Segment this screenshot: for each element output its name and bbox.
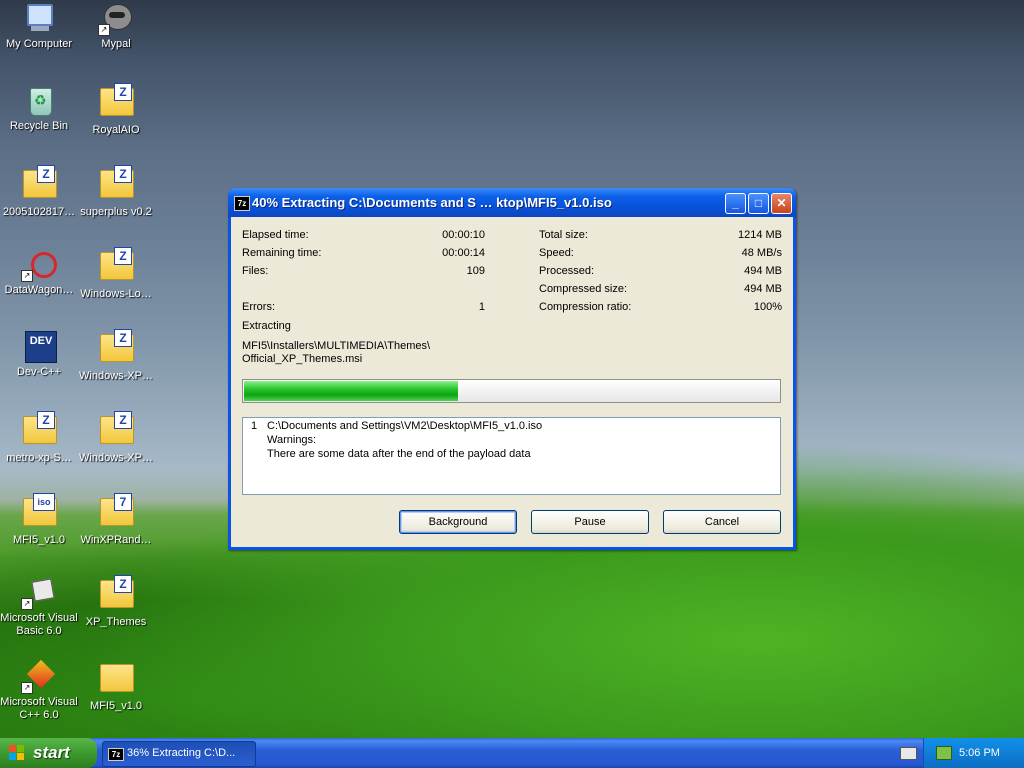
- message-log[interactable]: 1 C:\Documents and Settings\VM2\Desktop\…: [242, 417, 781, 495]
- folder-icon: [100, 664, 134, 696]
- stat-processed: Processed: 494 MB: [539, 265, 782, 277]
- desktop-icon-royalaio[interactable]: Z RoyalAIO: [77, 83, 155, 137]
- desktop-icon-mypal[interactable]: ↗ Mypal: [77, 2, 155, 51]
- extracting-label: Extracting: [242, 320, 291, 332]
- vb6-shortcut-icon: ↗: [21, 576, 55, 610]
- maximize-button[interactable]: □: [748, 193, 769, 214]
- desktop-icon-my-computer[interactable]: My Computer: [0, 2, 78, 51]
- zip-folder-icon: Z: [23, 411, 57, 448]
- devcpp-icon: DEV: [23, 330, 57, 363]
- pause-button[interactable]: Pause: [531, 510, 649, 534]
- log-entry-index: 1: [251, 420, 258, 432]
- shortcut-arrow-icon: ↗: [21, 682, 33, 694]
- stat-speed: Speed: 48 MB/s: [539, 247, 782, 259]
- cancel-button[interactable]: Cancel: [663, 510, 781, 534]
- zip-folder-icon: Z: [100, 575, 134, 612]
- minimize-button[interactable]: _: [725, 193, 746, 214]
- start-label: start: [33, 743, 70, 762]
- desktop-icon-windows-xp-1[interactable]: Z Windows-XP…: [77, 329, 155, 383]
- computer-icon: [23, 2, 55, 34]
- desktop-icon-vcpp[interactable]: ↗ Microsoft Visual C++ 6.0: [0, 659, 78, 722]
- progress-fill: [244, 381, 458, 401]
- stat-compression-ratio: Compression ratio: 100%: [539, 301, 782, 313]
- stat-files: Files: 109: [242, 265, 485, 277]
- desktop-icon-datawagon[interactable]: ↗ DataWagon…: [0, 248, 78, 297]
- zip-folder-icon: Z: [100, 329, 134, 366]
- zip-folder-icon: Z: [100, 83, 134, 120]
- desktop-icon-metro-xp[interactable]: Z metro-xp-S…: [0, 411, 78, 465]
- clock[interactable]: 5:06 PM: [959, 747, 1000, 759]
- 7zip-task-icon: 7z: [108, 748, 124, 761]
- datawagon-shortcut-icon: ↗: [21, 248, 57, 282]
- log-warning-message: There are some data after the end of the…: [267, 448, 531, 460]
- window-titlebar[interactable]: 7z 40% Extracting C:\Documents and S … k…: [228, 188, 796, 217]
- desktop-icon-windows-xp-2[interactable]: Z Windows-XP…: [77, 411, 155, 465]
- shortcut-arrow-icon: ↗: [98, 24, 110, 36]
- stat-remaining-time: Remaining time: 00:00:14: [242, 247, 485, 259]
- zip-folder-icon: Z: [23, 165, 57, 202]
- dialog-body: Elapsed time: 00:00:10 Remaining time: 0…: [231, 217, 793, 547]
- iso-file-icon: iso: [23, 493, 57, 530]
- shortcut-arrow-icon: ↗: [21, 598, 33, 610]
- start-button[interactable]: start: [0, 738, 97, 768]
- 7z-archive-icon: 7: [100, 493, 134, 530]
- stat-compressed-size: Compressed size: 494 MB: [539, 283, 782, 295]
- taskbar: start 7z 36% Extracting C:\D... 5:06 PM: [0, 738, 1024, 768]
- task-label: 36% Extracting C:\D...: [127, 747, 236, 759]
- close-button[interactable]: ✕: [771, 193, 792, 214]
- current-file-path: MFI5\Installers\MULTIMEDIA\Themes\: [242, 340, 431, 352]
- desktop-icon-xp-themes[interactable]: Z XP_Themes: [77, 575, 155, 629]
- network-icon[interactable]: [936, 746, 952, 760]
- keyboard-icon[interactable]: [900, 747, 917, 760]
- desktop-icon-winxprand[interactable]: 7 WinXPRand…: [77, 493, 155, 547]
- vcpp-shortcut-icon: ↗: [21, 659, 56, 694]
- background-button[interactable]: Background: [399, 510, 517, 534]
- raccoon-icon: ↗: [98, 2, 132, 36]
- stat-errors: Errors: 1: [242, 301, 485, 313]
- extract-progress-window: 7z 40% Extracting C:\Documents and S … k…: [228, 188, 796, 550]
- system-tray: 5:06 PM: [923, 738, 1024, 768]
- zip-folder-icon: Z: [100, 247, 134, 284]
- current-file-name: Official_XP_Themes.msi: [242, 353, 363, 365]
- desktop-icon-windows-lo[interactable]: Z Windows-Lo…: [77, 247, 155, 301]
- log-entry-path: C:\Documents and Settings\VM2\Desktop\MF…: [267, 420, 543, 432]
- log-warnings-label: Warnings:: [267, 434, 317, 446]
- desktop-icon-2005102817[interactable]: Z 2005102817…: [0, 165, 78, 219]
- shortcut-arrow-icon: ↗: [21, 270, 33, 282]
- desktop-icon-vb6[interactable]: ↗ Microsoft Visual Basic 6.0: [0, 576, 78, 638]
- zip-folder-icon: Z: [100, 411, 134, 448]
- extraction-progress-bar: [242, 379, 781, 403]
- desktop-icon-dev-cpp[interactable]: DEV Dev-C++: [0, 330, 78, 379]
- zip-folder-icon: Z: [100, 165, 134, 202]
- desktop-icon-mfi5-iso[interactable]: iso MFI5_v1.0: [0, 493, 78, 547]
- desktop-icon-superplus[interactable]: Z superplus v0.2: [77, 165, 155, 219]
- desktop-icon-recycle-bin[interactable]: ♻ Recycle Bin: [0, 84, 78, 133]
- desktop-icon-mfi5-folder[interactable]: MFI5_v1.0: [77, 660, 155, 713]
- windows-logo-icon: [9, 745, 25, 761]
- window-title: 40% Extracting C:\Documents and S … ktop…: [252, 195, 612, 210]
- taskbar-button-7zip[interactable]: 7z 36% Extracting C:\D...: [102, 741, 256, 767]
- stat-total-size: Total size: 1214 MB: [539, 229, 782, 241]
- recycle-bin-icon: ♻: [23, 84, 55, 116]
- 7zip-app-icon: 7z: [234, 196, 250, 211]
- stat-elapsed-time: Elapsed time: 00:00:10: [242, 229, 485, 241]
